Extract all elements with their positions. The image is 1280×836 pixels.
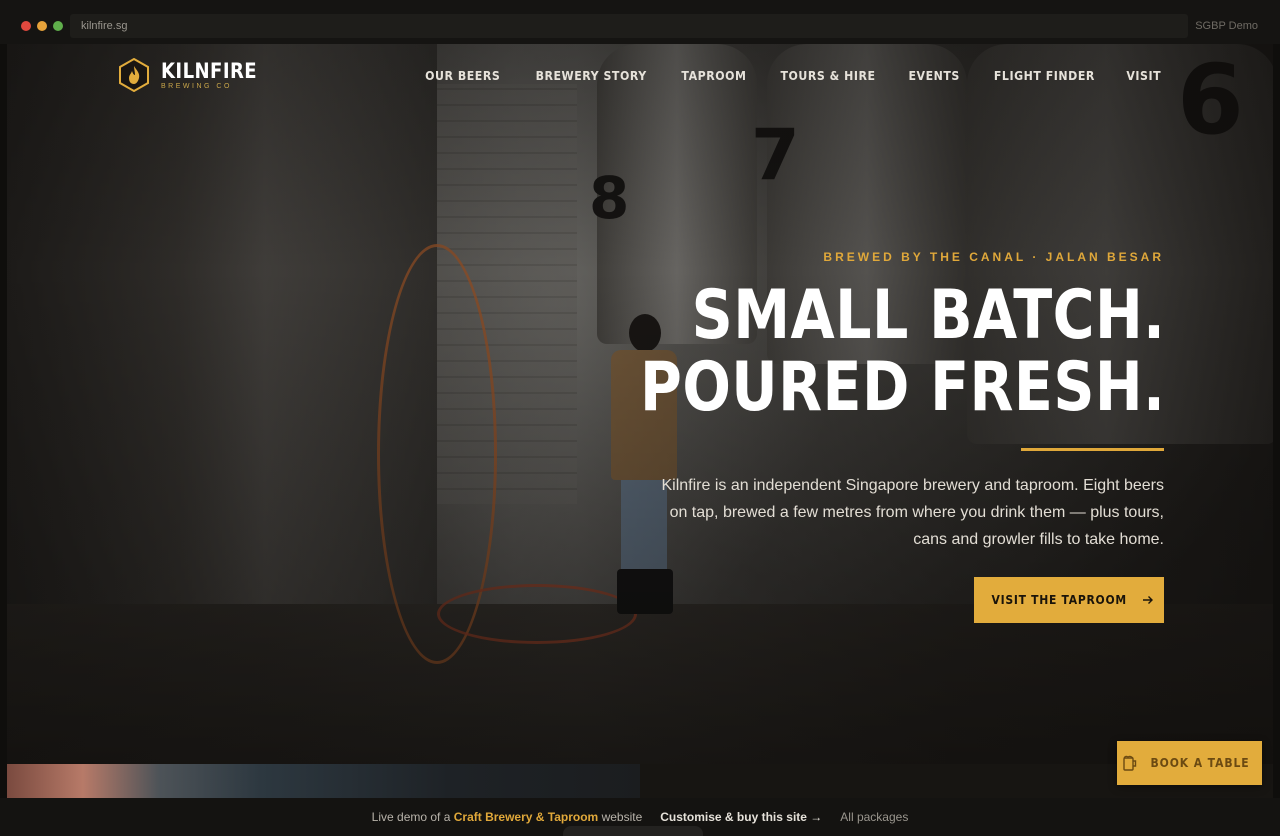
hero-headline: SMALL BATCH. POURED FRESH. bbox=[540, 280, 1165, 424]
nav-flight-finder[interactable]: FLIGHT FINDER bbox=[994, 68, 1095, 83]
site-logo[interactable]: KILNFIRE BREWING CO bbox=[117, 58, 273, 92]
beer-mug-icon bbox=[1123, 755, 1137, 771]
demo-text: Live demo of a Craft Brewery & Taproom w… bbox=[372, 810, 643, 824]
dock-tab[interactable] bbox=[563, 826, 703, 836]
logo-wordmark: KILNFIRE bbox=[161, 59, 258, 83]
arrow-right-icon bbox=[1143, 596, 1154, 604]
visit-taproom-button[interactable]: VISIT THE TAPROOM bbox=[974, 577, 1164, 623]
all-packages-link[interactable]: All packages bbox=[840, 810, 908, 824]
next-section-image bbox=[7, 764, 640, 798]
hero-eyebrow: BREWED BY THE CANAL · JALAN BESAR bbox=[823, 250, 1164, 264]
nav-taproom[interactable]: TAPROOM bbox=[682, 68, 747, 83]
headline-divider bbox=[1021, 448, 1164, 451]
nav-our-beers[interactable]: OUR BEERS bbox=[425, 68, 500, 83]
main-nav: OUR BEERS BREWERY STORY TAPROOM TOURS & … bbox=[420, 68, 1164, 83]
logo-subtitle: BREWING CO bbox=[161, 83, 232, 90]
flame-hexagon-icon bbox=[119, 58, 149, 92]
demo-suffix: website bbox=[601, 810, 643, 824]
headline-line-1: SMALL BATCH. bbox=[691, 276, 1165, 355]
headline-line-2: POURED FRESH. bbox=[639, 348, 1165, 427]
window-controls bbox=[21, 21, 63, 31]
nav-visit[interactable]: VISIT bbox=[1127, 68, 1162, 83]
book-table-button[interactable]: BOOK A TABLE bbox=[1117, 741, 1262, 785]
maximize-window-dot[interactable] bbox=[53, 21, 63, 31]
cta-label: VISIT THE TAPROOM bbox=[991, 593, 1127, 607]
browser-chrome: kilnfire.sg SGBP Demo bbox=[0, 0, 1280, 44]
customise-buy-link[interactable]: Customise & buy this site → bbox=[660, 810, 822, 824]
address-bar[interactable]: kilnfire.sg bbox=[70, 14, 1188, 38]
nav-brewery-story[interactable]: BREWERY STORY bbox=[536, 68, 647, 83]
close-window-dot[interactable] bbox=[21, 21, 31, 31]
demo-highlight: Craft Brewery & Taproom bbox=[453, 810, 599, 824]
next-section-preview bbox=[7, 764, 1273, 798]
browser-label: SGBP Demo bbox=[1195, 20, 1258, 32]
nav-events[interactable]: EVENTS bbox=[909, 68, 960, 83]
minimize-window-dot[interactable] bbox=[37, 21, 47, 31]
book-table-label: BOOK A TABLE bbox=[1150, 756, 1251, 770]
hero-lede: Kilnfire is an independent Singapore bre… bbox=[661, 477, 1164, 548]
site-viewport: 8 7 6 KILNFIRE BREWING CO OUR BEERS BREW… bbox=[7, 44, 1273, 798]
nav-tours-hire[interactable]: TOURS & HIRE bbox=[781, 68, 876, 83]
demo-prefix: Live demo of a bbox=[371, 810, 451, 824]
